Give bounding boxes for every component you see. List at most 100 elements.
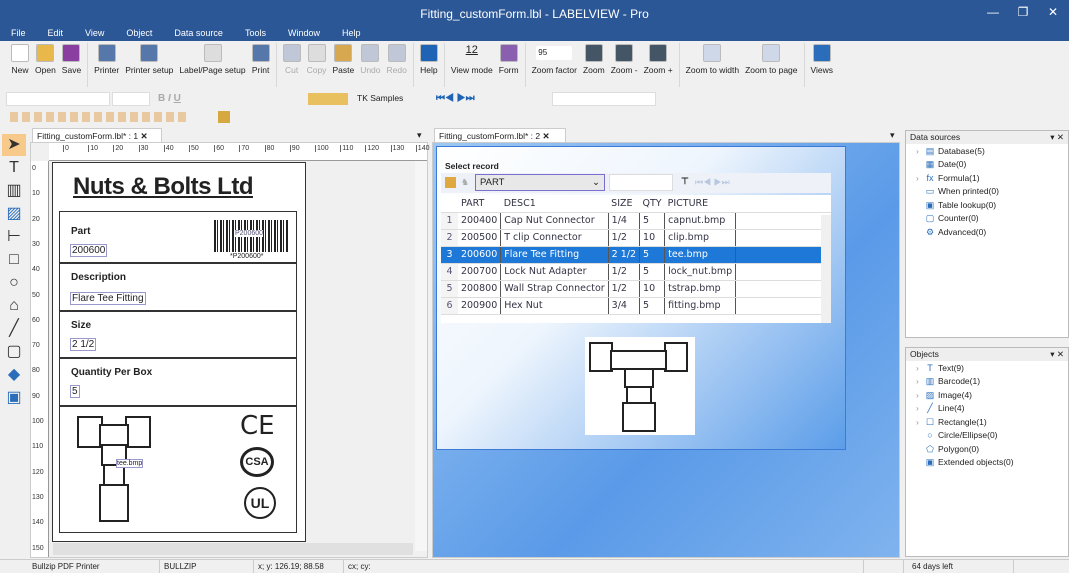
expand-arrow-icon[interactable] [916, 444, 922, 454]
form-tools-icon[interactable] [308, 93, 348, 105]
tee-fitting-image[interactable] [76, 413, 152, 525]
table-cell[interactable]: 200700 [457, 263, 502, 281]
printer-button[interactable]: Printer [91, 41, 122, 75]
table-cell[interactable]: 3/4 [608, 297, 641, 315]
grid-scrollbar[interactable] [821, 215, 831, 323]
text-tool-icon[interactable]: T [2, 157, 26, 179]
zoom-to-width-button[interactable]: Zoom to width [683, 41, 742, 75]
table-cell[interactable]: tstrap.bmp [664, 280, 737, 298]
new-button[interactable]: New [8, 41, 32, 75]
row-number[interactable]: 2 [441, 229, 458, 247]
undo-button[interactable]: Undo [357, 41, 383, 75]
close-tab-icon[interactable]: ✕ [542, 131, 549, 141]
expand-arrow-icon[interactable]: › [916, 390, 922, 400]
save-button[interactable]: Save [59, 41, 84, 75]
close-button[interactable]: ✕ [1038, 5, 1068, 19]
table-cell[interactable]: 5 [639, 246, 666, 264]
tab-document-1[interactable]: Fitting_customForm.lbl* : 1 ✕ [32, 128, 162, 142]
menu-data-source[interactable]: Data source [163, 27, 234, 41]
tree-item-barcode[interactable]: › ▥ Barcode(1) [906, 375, 1068, 389]
zoom-button[interactable]: Zoom [580, 41, 608, 75]
part-value-field[interactable]: 200600 [70, 244, 108, 257]
column-header-picture[interactable]: PICTURE [664, 195, 736, 213]
cut-button[interactable]: Cut [280, 41, 304, 75]
table-cell[interactable]: 1/2 [608, 229, 641, 247]
expand-arrow-icon[interactable]: › [916, 403, 922, 413]
table-cell[interactable]: capnut.bmp [664, 212, 737, 230]
search-field-select[interactable]: PART ⌄ [475, 174, 605, 191]
tree-item-extended-objects[interactable]: ▣ Extended objects(0) [906, 456, 1068, 470]
record-navigation-buttons[interactable]: ⏮◀ ▶⏭ [436, 93, 475, 104]
rounded-rect-tool-icon[interactable]: ▢ [2, 341, 26, 363]
ce-mark[interactable]: CE [240, 411, 275, 441]
expand-arrow-icon[interactable]: › [916, 417, 922, 427]
menu-help[interactable]: Help [331, 27, 372, 41]
font-size-combo[interactable] [112, 92, 150, 106]
tab-document-2[interactable]: Fitting_customForm.lbl* : 2 ✕ [434, 128, 566, 142]
line-tool-icon[interactable]: ⊢ [2, 226, 26, 248]
table-cell[interactable]: 5 [639, 297, 666, 315]
tree-item-table-lookup[interactable]: ▣ Table lookup(0) [906, 198, 1068, 212]
table-cell[interactable]: 1/2 [608, 263, 641, 281]
expand-arrow-icon[interactable]: › [916, 173, 922, 183]
font-name-combo[interactable] [6, 92, 110, 106]
size-label[interactable]: Size [71, 320, 91, 331]
table-cell[interactable]: 5 [639, 212, 666, 230]
panel-controls[interactable]: ▾ ✕ [1050, 349, 1064, 360]
part-label[interactable]: Part [71, 226, 90, 237]
row-number[interactable]: 5 [441, 280, 458, 298]
tree-item-database[interactable]: › ▤ Database(5) [906, 144, 1068, 158]
arrange-icon[interactable] [218, 111, 230, 123]
quantity-value-field[interactable]: 5 [70, 385, 80, 398]
menu-edit[interactable]: Edit [37, 27, 75, 41]
zoom-factor-button[interactable]: 95 Zoom factor [529, 41, 580, 75]
row-number[interactable]: 1 [441, 212, 458, 230]
panel-controls[interactable]: ▾ ✕ [1050, 132, 1064, 143]
paste-button[interactable]: Paste [329, 41, 357, 75]
zoom-button[interactable]: Zoom - [608, 41, 641, 75]
menu-file[interactable]: File [0, 27, 37, 41]
image-tool-icon[interactable]: ▨ [2, 203, 26, 225]
tree-item-advanced[interactable]: ⚙ Advanced(0) [906, 225, 1068, 239]
alignment-buttons[interactable] [10, 112, 190, 122]
column-header-desc1[interactable]: DESC1 [500, 195, 609, 213]
table-cell[interactable]: 200900 [457, 297, 502, 315]
table-cell[interactable]: lock_nut.bmp [664, 263, 737, 281]
column-header-size[interactable]: SIZE [608, 195, 640, 213]
expand-arrow-icon[interactable] [916, 200, 922, 210]
tree-item-circle[interactable]: ○ Circle/Ellipse(0) [906, 429, 1068, 443]
expand-arrow-icon[interactable]: › [916, 146, 922, 156]
table-cell[interactable]: 5 [639, 263, 666, 281]
tree-item-polygon[interactable]: ⬠ Polygon(0) [906, 442, 1068, 456]
size-value-field[interactable]: 2 1/2 [70, 338, 97, 351]
field-combo[interactable] [552, 92, 656, 106]
table-cell[interactable]: 1/2 [608, 280, 641, 298]
table-cell[interactable]: Lock Nut Adapter [500, 263, 609, 281]
shape-tool-icon[interactable]: ◆ [2, 364, 26, 386]
table-cell[interactable]: 200400 [457, 212, 502, 230]
table-row[interactable]: 4 200700 Lock Nut Adapter 1/2 5 lock_nut.bmp [441, 263, 831, 281]
row-number[interactable]: 3 [441, 246, 458, 264]
filter-icon[interactable]: ⊤ [681, 176, 689, 187]
ellipse-tool-icon[interactable]: ○ [2, 272, 26, 294]
table-cell[interactable]: 1/4 [608, 212, 641, 230]
description-label[interactable]: Description [71, 272, 126, 283]
table-cell[interactable]: Flare Tee Fitting [500, 246, 609, 264]
form-button[interactable]: Form [496, 41, 522, 75]
row-number[interactable]: 6 [441, 297, 458, 315]
table-cell[interactable]: 200800 [457, 280, 502, 298]
table-cell[interactable]: clip.bmp [664, 229, 737, 247]
extended-object-tool-icon[interactable]: ▣ [2, 387, 26, 409]
tree-item-formula[interactable]: › fx Formula(1) [906, 171, 1068, 185]
vertical-scrollbar[interactable] [415, 161, 427, 551]
menu-window[interactable]: Window [277, 27, 331, 41]
table-row[interactable]: 1 200400 Cap Nut Connector 1/4 5 capnut.bmp [441, 212, 831, 230]
table-cell[interactable]: 200600 [457, 246, 502, 264]
close-tab-icon[interactable]: ✕ [140, 131, 147, 141]
tree-item-counter[interactable]: ▢ Counter(0) [906, 212, 1068, 226]
csa-mark[interactable]: CSA [240, 447, 274, 477]
tab-menu-icon[interactable]: ▾ [417, 130, 422, 141]
open-button[interactable]: Open [32, 41, 59, 75]
table-row[interactable]: 2 200500 T clip Connector 1/2 10 clip.bmp [441, 229, 831, 247]
table-cell[interactable]: 200500 [457, 229, 502, 247]
